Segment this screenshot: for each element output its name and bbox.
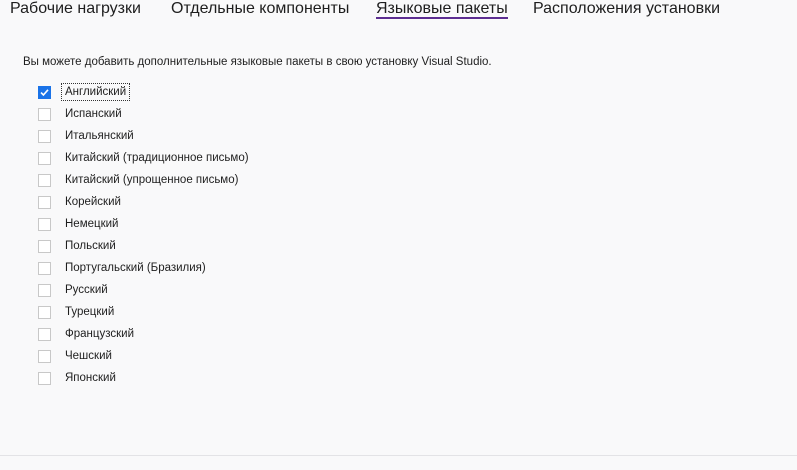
- tab-individual-components[interactable]: Отдельные компоненты: [171, 0, 349, 20]
- tab-installation-locations[interactable]: Расположения установки: [533, 0, 720, 20]
- language-item-french[interactable]: Французский: [38, 323, 253, 345]
- checkbox-unchecked[interactable]: [38, 305, 51, 319]
- checkbox-unchecked[interactable]: [38, 129, 51, 143]
- language-label: Корейский: [65, 196, 121, 208]
- checkbox-unchecked[interactable]: [38, 239, 51, 253]
- language-label: Турецкий: [65, 306, 115, 318]
- description-text: Вы можете добавить дополнительные языков…: [23, 56, 492, 68]
- language-item-chinese-traditional[interactable]: Китайский (традиционное письмо): [38, 147, 253, 169]
- language-label: Испанский: [65, 108, 122, 120]
- language-label: Португальский (Бразилия): [65, 262, 206, 274]
- checkbox-unchecked[interactable]: [38, 283, 51, 297]
- tab-label: Языковые пакеты: [376, 0, 508, 17]
- language-item-russian[interactable]: Русский: [38, 279, 253, 301]
- language-label: Чешский: [65, 350, 112, 362]
- checkbox-unchecked[interactable]: [38, 349, 51, 363]
- checkbox-unchecked[interactable]: [38, 261, 51, 275]
- checkbox-unchecked[interactable]: [38, 217, 51, 231]
- language-label: Китайский (традиционное письмо): [65, 152, 249, 164]
- tab-label: Расположения установки: [533, 0, 721, 17]
- language-item-turkish[interactable]: Турецкий: [38, 301, 253, 323]
- checkbox-unchecked[interactable]: [38, 151, 51, 165]
- language-item-korean[interactable]: Корейский: [38, 191, 253, 213]
- checkbox-unchecked[interactable]: [38, 195, 51, 209]
- language-item-czech[interactable]: Чешский: [38, 345, 253, 367]
- language-item-italian[interactable]: Итальянский: [38, 125, 253, 147]
- language-label: Польский: [65, 240, 116, 252]
- checkbox-unchecked[interactable]: [38, 371, 51, 385]
- language-label: Русский: [65, 284, 108, 296]
- tab-workloads[interactable]: Рабочие нагрузки: [10, 0, 141, 20]
- checkbox-unchecked[interactable]: [38, 173, 51, 187]
- language-pack-list: Английский Испанский Итальянский Китайск…: [38, 81, 253, 389]
- checkbox-checked[interactable]: [38, 85, 51, 99]
- language-item-english[interactable]: Английский: [38, 81, 253, 103]
- language-item-spanish[interactable]: Испанский: [38, 103, 253, 125]
- language-label: Немецкий: [65, 218, 119, 230]
- language-label: Английский: [61, 83, 131, 101]
- checkbox-unchecked[interactable]: [38, 107, 51, 121]
- bottom-divider: [0, 455, 797, 456]
- tab-language-packs[interactable]: Языковые пакеты: [376, 0, 508, 20]
- language-item-polish[interactable]: Польский: [38, 235, 253, 257]
- language-item-portuguese-brazil[interactable]: Португальский (Бразилия): [38, 257, 253, 279]
- language-item-japanese[interactable]: Японский: [38, 367, 253, 389]
- tab-bar: Рабочие нагрузки Отдельные компоненты Яз…: [0, 0, 797, 22]
- language-label: Французский: [65, 328, 134, 340]
- language-item-chinese-simplified[interactable]: Китайский (упрощенное письмо): [38, 169, 253, 191]
- tab-label: Рабочие нагрузки: [10, 0, 141, 17]
- language-label: Итальянский: [65, 130, 134, 142]
- checkmark-icon: [40, 88, 49, 96]
- language-label: Китайский (упрощенное письмо): [65, 174, 239, 186]
- tab-label: Отдельные компоненты: [171, 0, 350, 17]
- checkbox-unchecked[interactable]: [38, 327, 51, 341]
- active-tab-indicator: [376, 17, 508, 19]
- language-item-german[interactable]: Немецкий: [38, 213, 253, 235]
- language-label: Японский: [65, 372, 116, 384]
